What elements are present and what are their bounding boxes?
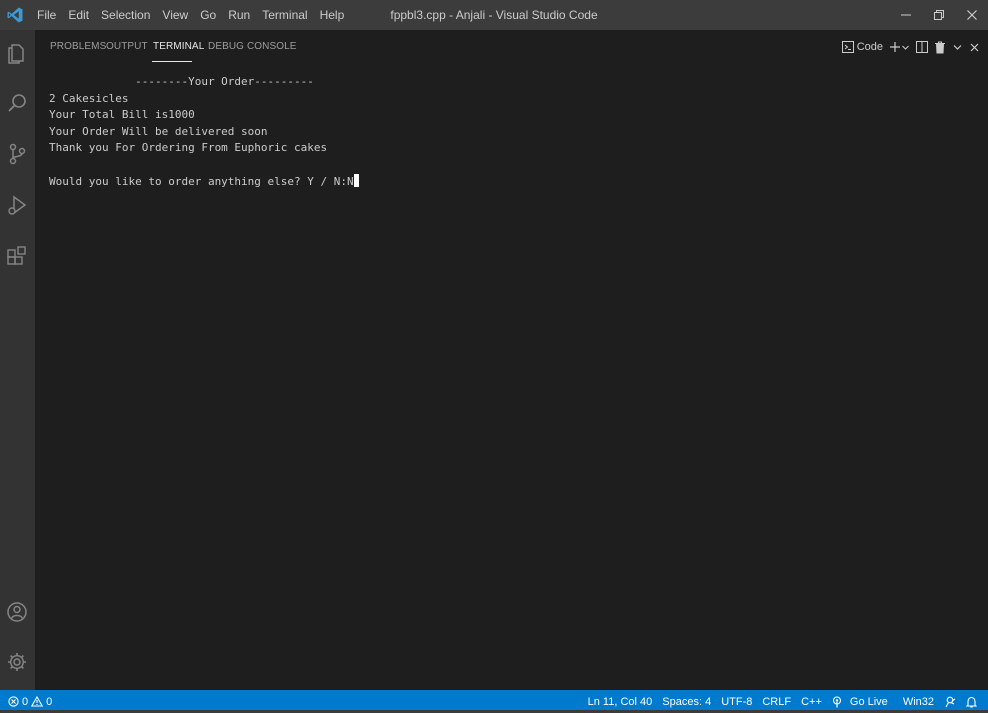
run-debug-icon [8, 195, 27, 215]
source-control-button[interactable] [5, 142, 29, 166]
search-button[interactable] [5, 91, 29, 115]
source-control-icon [9, 143, 26, 165]
terminal-line: Your Order Will be delivered soon [49, 124, 268, 138]
menu-go[interactable]: Go [194, 8, 222, 22]
error-icon [8, 696, 19, 707]
window-controls [889, 0, 988, 30]
warning-icon [31, 696, 44, 707]
terminal-prompt-line: Would you like to order anything else? Y… [49, 173, 979, 191]
terminal-name: Code [856, 41, 883, 53]
close-icon [970, 43, 979, 51]
go-live-button[interactable]: Go Live [827, 696, 898, 708]
tab-output[interactable]: OUTPUT [106, 41, 148, 52]
close-panel-button[interactable] [969, 39, 980, 55]
menu-terminal[interactable]: Terminal [256, 8, 313, 22]
maximize-panel-button[interactable] [952, 39, 963, 55]
explorer-button[interactable] [5, 40, 29, 64]
language-mode[interactable]: C++ [796, 696, 827, 708]
plus-icon [890, 42, 900, 52]
kill-terminal-button[interactable] [934, 39, 946, 55]
terminal-cursor [353, 173, 359, 187]
active-tab-indicator [152, 61, 192, 62]
error-count: 0 [22, 695, 29, 708]
terminal-line: --------Your Order--------- [49, 75, 314, 88]
title-bar: File Edit Selection View Go Run Terminal… [0, 0, 988, 30]
tab-terminal[interactable]: TERMINAL [153, 41, 204, 52]
chevron-down-icon [953, 44, 962, 50]
new-terminal-button[interactable] [889, 39, 910, 55]
cursor-position[interactable]: Ln 11, Col 40 [583, 696, 658, 708]
minimize-button[interactable] [889, 0, 922, 30]
menu-view[interactable]: View [156, 8, 194, 22]
menu-run[interactable]: Run [222, 8, 256, 22]
extensions-icon [7, 246, 26, 265]
warning-count: 0 [46, 695, 53, 708]
bell-icon [966, 696, 977, 708]
run-debug-button[interactable] [5, 193, 29, 217]
explorer-icon [8, 44, 24, 64]
extensions-button[interactable] [5, 244, 29, 268]
terminal-icon [841, 41, 854, 53]
vscode-logo-icon [7, 7, 23, 23]
encoding[interactable]: UTF-8 [716, 696, 757, 708]
terminal-line: 2 Cakesicles [49, 91, 129, 105]
tab-problems[interactable]: PROBLEMS [50, 41, 106, 52]
feedback-icon [945, 696, 956, 707]
terminal-output[interactable]: --------Your Order--------- 2 Cakesicles Y… [49, 74, 979, 674]
manage-button[interactable] [5, 650, 29, 674]
restore-button[interactable] [922, 0, 955, 30]
close-icon [966, 10, 977, 20]
terminal-selector[interactable]: Code [841, 39, 883, 55]
minimize-icon [900, 14, 911, 16]
split-terminal-button[interactable] [916, 39, 928, 55]
go-live-label: Go Live [849, 695, 888, 708]
menu-file[interactable]: File [31, 8, 62, 22]
platform[interactable]: Win32 [898, 696, 939, 708]
broadcast-icon [832, 695, 841, 707]
indentation[interactable]: Spaces: 4 [657, 696, 716, 708]
close-button[interactable] [955, 0, 988, 30]
menu-edit[interactable]: Edit [62, 8, 95, 22]
menu-bar: File Edit Selection View Go Run Terminal… [31, 0, 350, 30]
terminal-prompt-text: Would you like to order anything else? Y… [49, 174, 354, 188]
settings-gear-icon [8, 653, 26, 671]
panel-actions: Code [841, 39, 980, 55]
notifications-button[interactable] [961, 696, 982, 708]
activity-bar [0, 30, 35, 690]
search-icon [8, 94, 26, 112]
line-ending[interactable]: CRLF [757, 696, 796, 708]
terminal-line: Thank you For Ordering From Euphoric cak… [49, 141, 328, 155]
feedback-button[interactable] [939, 696, 961, 708]
tab-debug-console[interactable]: DEBUG CONSOLE [208, 41, 297, 52]
menu-help[interactable]: Help [314, 8, 351, 22]
restore-icon [933, 10, 944, 20]
account-button[interactable] [5, 600, 29, 624]
trash-icon [935, 41, 945, 53]
account-icon [7, 602, 27, 622]
split-icon [916, 41, 928, 53]
menu-selection[interactable]: Selection [95, 8, 156, 22]
terminal-line: Your Total Bill is1000 [49, 108, 195, 122]
chevron-down-icon [902, 45, 909, 50]
